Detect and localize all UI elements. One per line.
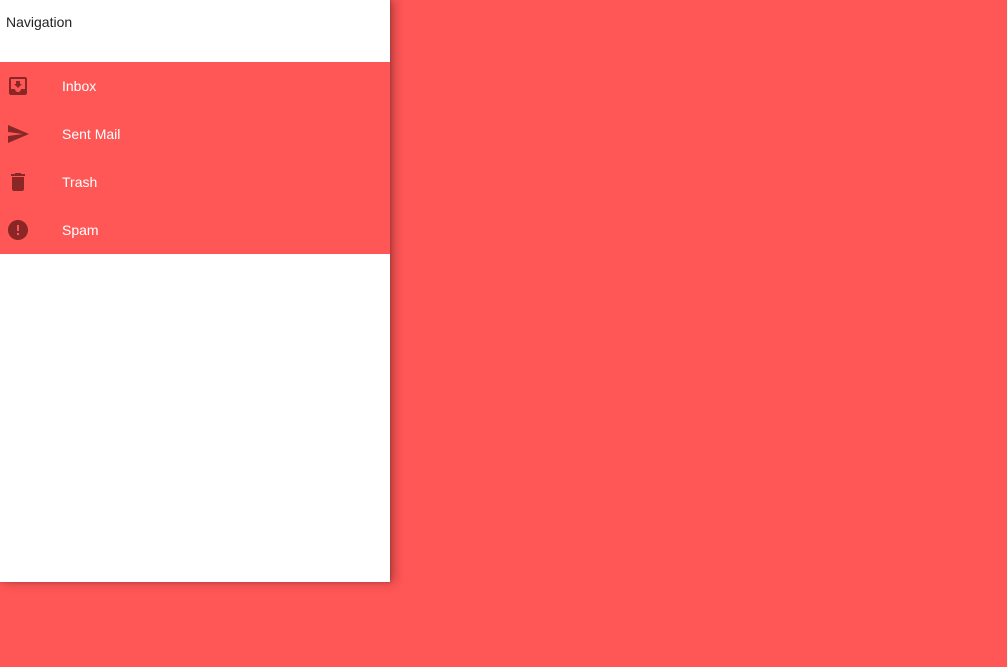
nav-item-inbox[interactable]: Inbox xyxy=(0,62,390,110)
nav-item-label: Sent Mail xyxy=(62,126,121,142)
main-content[interactable] xyxy=(390,0,1007,667)
nav-item-spam[interactable]: Spam xyxy=(0,206,390,254)
drawer-title: Navigation xyxy=(6,14,73,30)
nav-list: Inbox Sent Mail Trash Spam xyxy=(0,62,390,254)
report-icon xyxy=(6,218,30,242)
nav-item-label: Spam xyxy=(62,222,99,238)
nav-item-label: Trash xyxy=(62,174,98,190)
inbox-icon xyxy=(6,74,30,98)
app-root: Navigation Inbox Sent Mail Trash Spam xyxy=(0,0,1007,667)
trash-icon xyxy=(6,170,30,194)
navigation-drawer: Navigation Inbox Sent Mail Trash Spam xyxy=(0,0,390,582)
send-icon xyxy=(6,122,30,146)
nav-item-sent-mail[interactable]: Sent Mail xyxy=(0,110,390,158)
nav-item-label: Inbox xyxy=(62,78,97,94)
nav-item-trash[interactable]: Trash xyxy=(0,158,390,206)
